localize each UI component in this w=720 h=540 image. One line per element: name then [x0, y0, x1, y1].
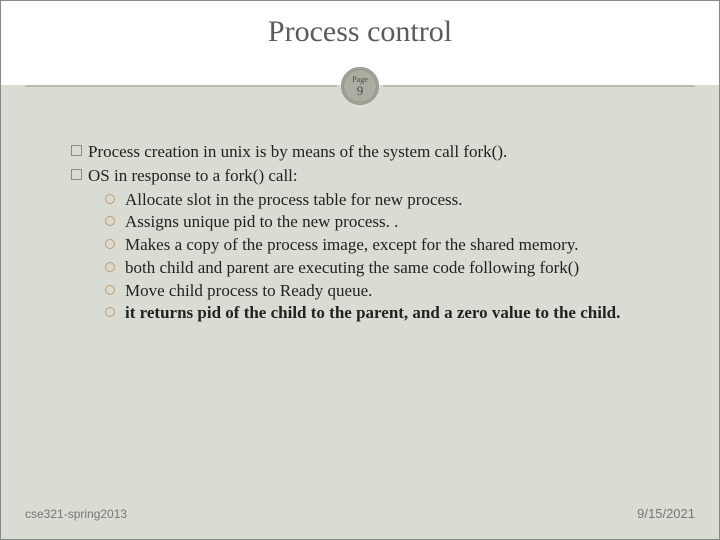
- square-bullet-icon: [71, 169, 82, 180]
- sub-bullet-text: it returns pid of the child to the paren…: [125, 302, 659, 324]
- rule-right: [383, 85, 695, 87]
- bullet-item: OS in response to a fork() call:: [71, 165, 659, 187]
- page-badge: Page 9: [341, 67, 379, 105]
- sub-bullet-text: Assigns unique pid to the new process. .: [125, 211, 659, 233]
- bullet-item: Process creation in unix is by means of …: [71, 141, 659, 163]
- sub-bullet-item: Allocate slot in the process table for n…: [105, 189, 659, 211]
- sub-bullet-item: Move child process to Ready queue.: [105, 280, 659, 302]
- circle-bullet-icon: [105, 239, 115, 249]
- bullet-text: Process creation in unix is by means of …: [88, 141, 507, 163]
- footer-left: cse321-spring2013: [25, 507, 127, 521]
- content-body: Process creation in unix is by means of …: [71, 141, 659, 325]
- circle-bullet-icon: [105, 307, 115, 317]
- circle-bullet-icon: [105, 285, 115, 295]
- circle-bullet-icon: [105, 194, 115, 204]
- sub-bullet-text: Allocate slot in the process table for n…: [125, 189, 659, 211]
- sub-bullet-item: both child and parent are executing the …: [105, 257, 659, 279]
- square-bullet-icon: [71, 145, 82, 156]
- slide: Process control Page 9 Process creation …: [0, 0, 720, 540]
- bullet-text: OS in response to a fork() call:: [88, 165, 298, 187]
- sub-bullet-item: Makes a copy of the process image, excep…: [105, 234, 659, 256]
- page-number: 9: [357, 84, 364, 97]
- sub-bullet-list: Allocate slot in the process table for n…: [105, 189, 659, 325]
- sub-bullet-item: Assigns unique pid to the new process. .: [105, 211, 659, 233]
- circle-bullet-icon: [105, 262, 115, 272]
- rule-left: [25, 85, 337, 87]
- sub-bullet-text: both child and parent are executing the …: [125, 257, 659, 279]
- sub-bullet-text: Move child process to Ready queue.: [125, 280, 659, 302]
- sub-bullet-text: Makes a copy of the process image, excep…: [125, 234, 659, 256]
- slide-title: Process control: [1, 1, 719, 49]
- sub-bullet-item: it returns pid of the child to the paren…: [105, 302, 659, 324]
- circle-bullet-icon: [105, 216, 115, 226]
- footer-date: 9/15/2021: [637, 506, 695, 521]
